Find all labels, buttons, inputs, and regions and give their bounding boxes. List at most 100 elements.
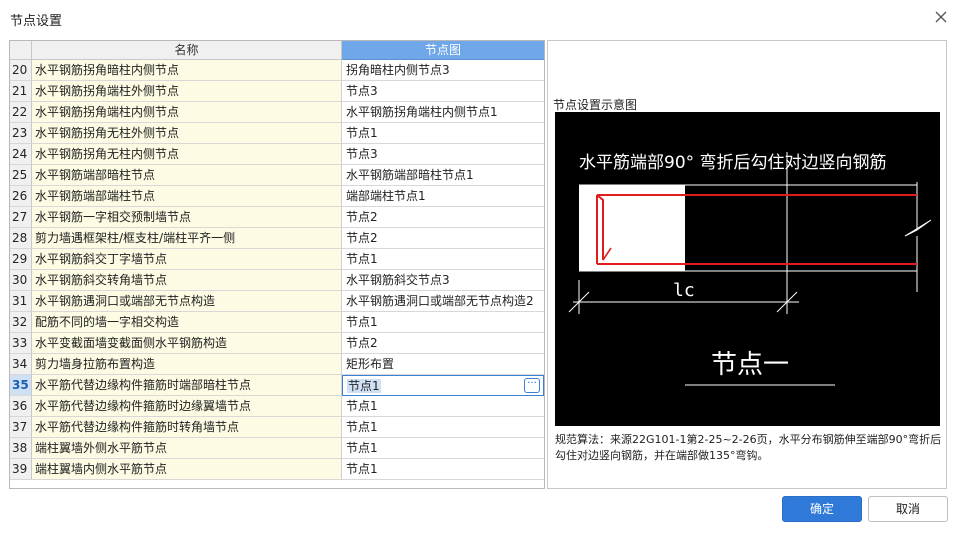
table-row[interactable]: 39 端柱翼墙内侧水平筋节点 节点1 — [10, 459, 544, 480]
name-cell[interactable]: 水平变截面墙变截面侧水平钢筋构造 — [32, 333, 342, 354]
table-row[interactable]: 37 水平筋代替边缘构件箍筋时转角墙节点 节点1 — [10, 417, 544, 438]
name-cell[interactable]: 配筋不同的墙一字相交构造 — [32, 312, 342, 333]
wall-end-block — [579, 185, 685, 271]
node-cell-value[interactable]: 节点1 — [347, 379, 381, 393]
node-cell[interactable]: 节点1 — [342, 249, 544, 270]
ok-button[interactable]: 确定 — [782, 496, 862, 522]
node-cell[interactable]: 节点2 — [342, 207, 544, 228]
row-number[interactable]: 28 — [10, 228, 32, 249]
node-cell[interactable]: 端部端柱节点1 — [342, 186, 544, 207]
node-settings-grid: 名称 节点图 20 水平钢筋拐角暗柱内侧节点 拐角暗柱内侧节点3 21 水平钢筋拐角端柱… — [9, 40, 545, 489]
preview-label: 节点设置示意图 — [553, 98, 638, 112]
name-cell[interactable]: 水平钢筋斜交转角墙节点 — [32, 270, 342, 291]
table-row[interactable]: 31 水平钢筋遇洞口或端部无节点构造 水平钢筋遇洞口或端部无节点构造2 — [10, 291, 544, 312]
table-row[interactable]: 21 水平钢筋拐角端柱外侧节点 节点3 — [10, 81, 544, 102]
table-row[interactable]: 23 水平钢筋拐角无柱外侧节点 节点1 — [10, 123, 544, 144]
node-cell[interactable]: 矩形布置 — [342, 354, 544, 375]
name-cell[interactable]: 水平钢筋端部暗柱节点 — [32, 165, 342, 186]
node-cell[interactable]: 水平钢筋斜交节点3 — [342, 270, 544, 291]
row-number[interactable]: 34 — [10, 354, 32, 375]
row-number[interactable]: 32 — [10, 312, 32, 333]
table-row[interactable]: 24 水平钢筋拐角无柱内侧节点 节点3 — [10, 144, 544, 165]
name-cell[interactable]: 水平钢筋拐角端柱内侧节点 — [32, 102, 342, 123]
dimension-label: lc — [673, 280, 695, 301]
row-number[interactable]: 20 — [10, 60, 32, 81]
name-column-header[interactable]: 名称 — [32, 41, 342, 60]
grid-header: 名称 节点图 — [10, 41, 544, 60]
table-row[interactable]: 26 水平钢筋端部端柱节点 端部端柱节点1 — [10, 186, 544, 207]
name-cell[interactable]: 端柱翼墙外侧水平筋节点 — [32, 438, 342, 459]
row-number[interactable]: 37 — [10, 417, 32, 438]
name-cell[interactable]: 水平筋代替边缘构件箍筋时边缘翼墙节点 — [32, 396, 342, 417]
node-cell[interactable]: 拐角暗柱内侧节点3 — [342, 60, 544, 81]
node-diagram: 水平筋端部90° 弯折后勾住对边竖向钢筋 lc 节点一 — [555, 112, 940, 426]
name-cell[interactable]: 端柱翼墙内侧水平筋节点 — [32, 459, 342, 480]
name-cell[interactable]: 剪力墙遇框架柱/框支柱/端柱平齐一侧 — [32, 228, 342, 249]
node-column-header[interactable]: 节点图 — [342, 41, 544, 60]
table-row[interactable]: 20 水平钢筋拐角暗柱内侧节点 拐角暗柱内侧节点3 — [10, 60, 544, 81]
grid-rows: 20 水平钢筋拐角暗柱内侧节点 拐角暗柱内侧节点3 21 水平钢筋拐角端柱外侧节点 节点3… — [10, 60, 544, 480]
node-cell[interactable]: 水平钢筋遇洞口或端部无节点构造2 — [342, 291, 544, 312]
name-cell[interactable]: 水平筋代替边缘构件箍筋时端部暗柱节点 — [32, 375, 342, 396]
table-row[interactable]: 33 水平变截面墙变截面侧水平钢筋构造 节点2 — [10, 333, 544, 354]
preview-panel: 节点设置示意图 水平筋端部90° 弯折后勾住对边竖向钢筋 lc 节点一 规范算法… — [547, 40, 947, 489]
close-icon[interactable] — [932, 8, 950, 26]
node-cell[interactable]: 节点1 — [342, 312, 544, 333]
rule-description: 规范算法：来源22G101-1第2-25~2-26页，水平分布钢筋伸至端部90°… — [555, 433, 942, 462]
window-title: 节点设置 — [10, 14, 63, 29]
row-number[interactable]: 39 — [10, 459, 32, 480]
node-cell[interactable]: 节点1 — [342, 396, 544, 417]
row-number-header — [10, 41, 32, 60]
diagram-title: 水平筋端部90° 弯折后勾住对边竖向钢筋 — [579, 153, 887, 173]
node-cell[interactable]: 节点1 — [342, 417, 544, 438]
name-cell[interactable]: 水平钢筋拐角无柱内侧节点 — [32, 144, 342, 165]
name-cell[interactable]: 水平筋代替边缘构件箍筋时转角墙节点 — [32, 417, 342, 438]
node-cell[interactable]: 节点1 — [342, 459, 544, 480]
name-cell[interactable]: 水平钢筋斜交丁字墙节点 — [32, 249, 342, 270]
row-number[interactable]: 29 — [10, 249, 32, 270]
row-number[interactable]: 26 — [10, 186, 32, 207]
row-number[interactable]: 25 — [10, 165, 32, 186]
node-cell[interactable]: 节点1 — [342, 438, 544, 459]
row-number[interactable]: 36 — [10, 396, 32, 417]
table-row[interactable]: 32 配筋不同的墙一字相交构造 节点1 — [10, 312, 544, 333]
name-cell[interactable]: 水平钢筋拐角端柱外侧节点 — [32, 81, 342, 102]
node-cell[interactable]: 节点3 — [342, 81, 544, 102]
row-number[interactable]: 38 — [10, 438, 32, 459]
more-options-icon[interactable]: ··· — [524, 378, 540, 393]
node-cell[interactable]: 水平钢筋拐角端柱内侧节点1 — [342, 102, 544, 123]
row-number[interactable]: 24 — [10, 144, 32, 165]
row-number[interactable]: 33 — [10, 333, 32, 354]
table-row[interactable]: 22 水平钢筋拐角端柱内侧节点 水平钢筋拐角端柱内侧节点1 — [10, 102, 544, 123]
name-cell[interactable]: 水平钢筋拐角暗柱内侧节点 — [32, 60, 342, 81]
table-row[interactable]: 36 水平筋代替边缘构件箍筋时边缘翼墙节点 节点1 — [10, 396, 544, 417]
name-cell[interactable]: 水平钢筋一字相交预制墙节点 — [32, 207, 342, 228]
table-row[interactable]: 30 水平钢筋斜交转角墙节点 水平钢筋斜交节点3 — [10, 270, 544, 291]
table-row[interactable]: 35 水平筋代替边缘构件箍筋时端部暗柱节点 节点1 ··· — [10, 375, 544, 396]
row-number[interactable]: 27 — [10, 207, 32, 228]
node-cell[interactable]: 节点2 — [342, 333, 544, 354]
name-cell[interactable]: 水平钢筋遇洞口或端部无节点构造 — [32, 291, 342, 312]
table-row[interactable]: 34 剪力墙身拉筋布置构造 矩形布置 — [10, 354, 544, 375]
table-row[interactable]: 29 水平钢筋斜交丁字墙节点 节点1 — [10, 249, 544, 270]
row-number[interactable]: 30 — [10, 270, 32, 291]
cancel-button[interactable]: 取消 — [868, 496, 948, 522]
name-cell[interactable]: 水平钢筋拐角无柱外侧节点 — [32, 123, 342, 144]
row-number[interactable]: 21 — [10, 81, 32, 102]
node-cell[interactable]: 节点3 — [342, 144, 544, 165]
title-bar: 节点设置 — [0, 0, 958, 36]
name-cell[interactable]: 剪力墙身拉筋布置构造 — [32, 354, 342, 375]
row-number[interactable]: 35 — [10, 375, 32, 396]
node-cell[interactable]: 节点1 — [342, 123, 544, 144]
table-row[interactable]: 38 端柱翼墙外侧水平筋节点 节点1 — [10, 438, 544, 459]
row-number[interactable]: 31 — [10, 291, 32, 312]
row-number[interactable]: 22 — [10, 102, 32, 123]
node-cell[interactable]: 水平钢筋端部暗柱节点1 — [342, 165, 544, 186]
table-row[interactable]: 28 剪力墙遇框架柱/框支柱/端柱平齐一侧 节点2 — [10, 228, 544, 249]
node-cell[interactable]: 节点2 — [342, 228, 544, 249]
table-row[interactable]: 27 水平钢筋一字相交预制墙节点 节点2 — [10, 207, 544, 228]
node-cell[interactable]: 节点1 ··· — [342, 375, 544, 396]
name-cell[interactable]: 水平钢筋端部端柱节点 — [32, 186, 342, 207]
table-row[interactable]: 25 水平钢筋端部暗柱节点 水平钢筋端部暗柱节点1 — [10, 165, 544, 186]
row-number[interactable]: 23 — [10, 123, 32, 144]
